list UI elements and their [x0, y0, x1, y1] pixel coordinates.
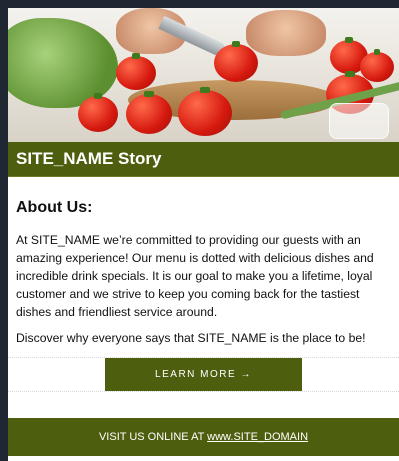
glass-bowl-graphic — [329, 103, 389, 139]
hand-right-graphic — [246, 10, 326, 56]
email-card: SITE_NAME Story About Us: At SITE_NAME w… — [8, 8, 399, 461]
about-section: About Us: At SITE_NAME we’re committed t… — [8, 177, 399, 347]
tomato-graphic — [116, 53, 156, 90]
tomato-graphic — [214, 41, 258, 82]
tomato-graphic — [178, 87, 232, 136]
story-title-band: SITE_NAME Story — [8, 142, 399, 177]
about-paragraph: At SITE_NAME we’re committed to providin… — [16, 233, 374, 319]
story-title: SITE_NAME Story — [16, 149, 162, 168]
tomato-graphic — [78, 93, 118, 132]
about-tagline: Discover why everyone says that SITE_NAM… — [16, 331, 366, 345]
footer-band: VISIT US ONLINE AT www.SITE_DOMAIN — [8, 418, 399, 456]
cta-row: LEARN MORE → — [8, 358, 399, 391]
about-heading: About Us: — [16, 199, 93, 216]
footer-prefix: VISIT US ONLINE AT — [98, 431, 208, 443]
site-domain-link[interactable]: www.SITE_DOMAIN — [207, 431, 308, 443]
learn-more-button[interactable]: LEARN MORE → — [105, 358, 302, 391]
hero-food-photo — [8, 8, 399, 142]
tomato-graphic — [126, 91, 172, 134]
